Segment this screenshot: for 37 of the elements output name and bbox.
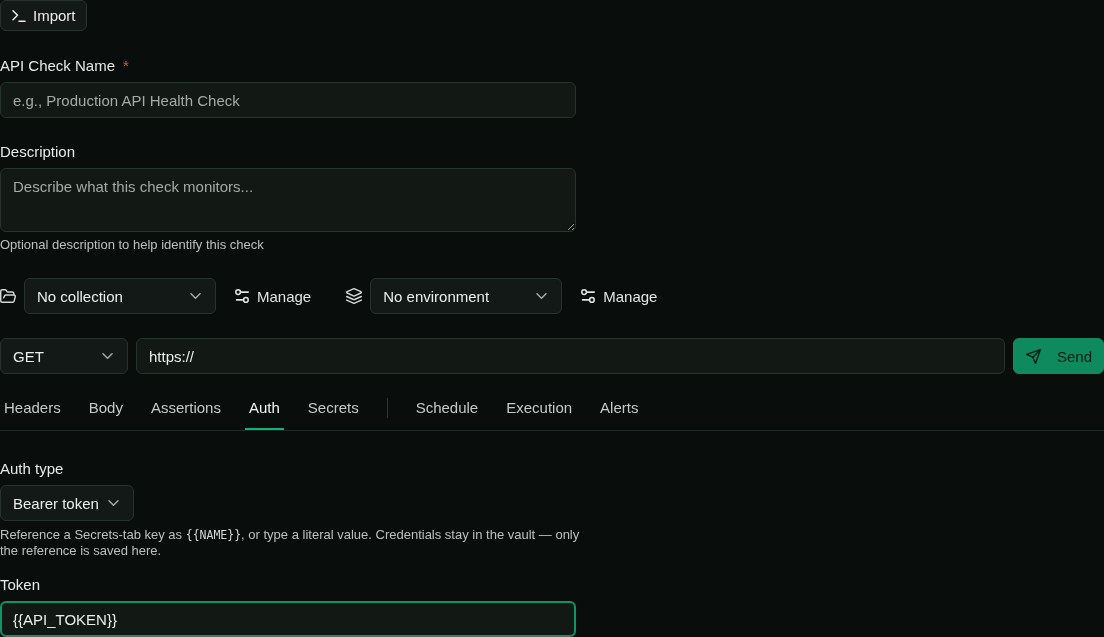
chevron-down-icon [536, 293, 548, 299]
tab[interactable]: Alerts [596, 386, 643, 430]
chevron-down-icon [102, 353, 113, 359]
send-icon [1025, 348, 1041, 364]
required-mark: * [123, 57, 129, 75]
chevron-down-icon [108, 500, 119, 506]
tab[interactable]: Execution [502, 386, 577, 430]
auth-type-dropdown[interactable]: Bearer token [0, 485, 134, 521]
token-field[interactable]: {{API_TOKEN}} [0, 601, 576, 637]
tab[interactable]: Secrets [303, 386, 363, 430]
environment-dropdown[interactable]: No environment [370, 278, 563, 314]
tab[interactable]: Headers [0, 386, 65, 430]
layers-icon [346, 288, 363, 304]
tab[interactable]: Auth [244, 386, 284, 430]
tab[interactable]: Assertions [146, 386, 225, 430]
send-button[interactable]: Send [1012, 338, 1104, 374]
terminal-icon [12, 9, 26, 22]
collection-dropdown[interactable]: No collection [24, 278, 216, 314]
url-field[interactable]: https:// [136, 338, 1005, 374]
method-dropdown[interactable]: GET [0, 338, 128, 374]
name-field[interactable]: e.g., Production API Health Check [0, 82, 576, 118]
auth-hint: Reference a Secrets-tab key as {{NAME}}, or type a literal value. Credentials stay in the vault — only the reference is saved here. [0, 527, 580, 559]
chevron-down-icon [190, 293, 201, 299]
folder-icon [0, 289, 16, 303]
manage-button[interactable]: Manage [570, 278, 669, 314]
field-label: Description [0, 143, 76, 161]
tab[interactable]: Body [84, 386, 127, 430]
sliders-icon [235, 289, 249, 303]
help-text: Optional description to help identify this check [0, 237, 264, 253]
field-label: API Check Name [0, 57, 116, 75]
description-field[interactable]: Describe what this check monitors... [0, 168, 576, 232]
field-label: Token [0, 576, 41, 594]
manage-button[interactable]: Manage [224, 278, 323, 314]
sliders-icon [581, 289, 596, 303]
tab[interactable]: Schedule [411, 386, 483, 430]
field-label: Auth type [0, 460, 64, 478]
import-button[interactable]: Import [0, 0, 87, 31]
